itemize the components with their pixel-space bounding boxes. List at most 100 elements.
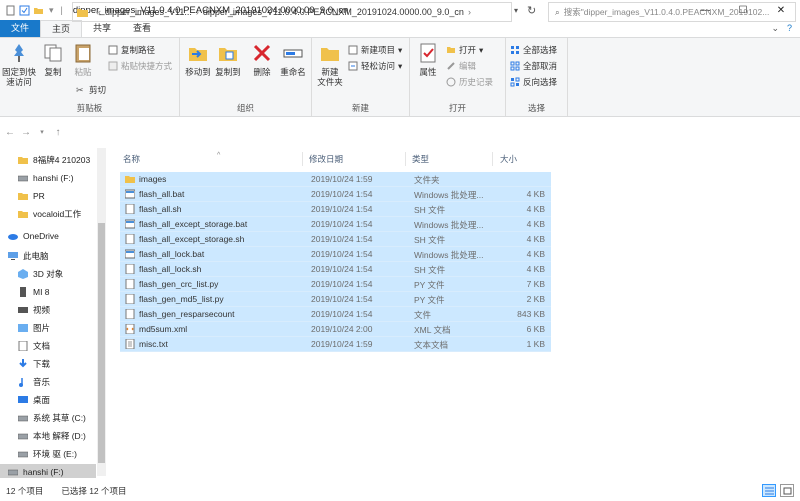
move-to-button[interactable]: 移动到 — [184, 42, 212, 77]
history-button[interactable]: 历史记录 — [446, 76, 493, 88]
phone-icon — [20, 287, 26, 297]
delete-x-icon — [253, 44, 271, 62]
file-row[interactable]: images 2019/10/24 1:59 文件夹 — [120, 172, 551, 187]
tab-view[interactable]: 查看 — [122, 20, 162, 37]
file-row[interactable]: flash_all.bat 2019/10/24 1:54 Windows 批处理.… — [120, 187, 551, 202]
column-header-type[interactable]: 类型 — [412, 150, 492, 168]
new-item-button[interactable]: 新建项目 ▾ — [348, 44, 402, 56]
nav-item[interactable]: MI 8 — [0, 284, 96, 300]
address-bar[interactable]: « dipper_images_V11... › dipper_images_V… — [72, 2, 512, 22]
details-view-button[interactable] — [762, 484, 776, 497]
properties-button[interactable]: 属性 — [416, 42, 440, 77]
nav-item[interactable]: 桌面 — [0, 392, 96, 408]
collapse-ribbon-icon[interactable]: ⌄ — [771, 23, 779, 34]
nav-item[interactable]: 环境 驱 (E:) — [0, 446, 96, 462]
search-box[interactable]: ⌕ 搜索"dipper_images_V11.0.4.0.PEACNXM_201… — [548, 2, 796, 22]
help-icon[interactable]: ? — [787, 23, 792, 34]
cut-button[interactable]: ✂ 剪切 — [76, 84, 106, 96]
nav-item[interactable]: 8福牌4 210203 — [0, 152, 96, 168]
nav-item[interactable]: OneDrive — [0, 228, 96, 244]
select-all-button[interactable]: 全部选择 — [510, 44, 557, 56]
column-divider[interactable] — [302, 152, 303, 166]
address-dropdown-icon[interactable]: ▾ — [514, 6, 518, 15]
nav-item[interactable]: 下载 — [0, 356, 96, 372]
nav-item[interactable]: 视频 — [0, 302, 96, 318]
delete-button[interactable]: 删除 — [250, 42, 274, 77]
file-row[interactable]: flash_gen_crc_list.py 2019/10/24 1:54 PY 文… — [120, 277, 551, 292]
document-icon[interactable] — [5, 5, 16, 16]
rename-button[interactable]: 重命名 — [278, 42, 308, 77]
select-none-button[interactable]: 全部取消 — [510, 60, 557, 72]
new-folder-button[interactable]: 新建 文件夹 — [316, 42, 344, 87]
copy-path-button[interactable]: 复制路径 — [108, 44, 155, 56]
nav-item-label: 桌面 — [33, 395, 51, 405]
column-divider[interactable] — [492, 152, 493, 166]
download-icon — [19, 359, 27, 368]
nav-item[interactable]: 本地 解释 (D:) — [0, 428, 96, 444]
nav-item[interactable]: PR — [0, 188, 96, 204]
paste-shortcut-button[interactable]: 粘贴快捷方式 — [108, 60, 172, 72]
video-icon — [18, 307, 28, 313]
file-row[interactable]: flash_all.sh 2019/10/24 1:54 SH 文件 4 KB — [120, 202, 551, 217]
qa-dropdown-icon[interactable]: ▾ — [49, 5, 54, 16]
copy-to-icon — [219, 48, 237, 61]
checkbox-icon[interactable] — [19, 5, 30, 16]
nav-item[interactable]: vocaloid工作 — [0, 206, 96, 222]
file-row[interactable]: md5sum.xml 2019/10/24 2:00 XML 文档 6 KB — [120, 322, 551, 337]
nav-item[interactable]: 文档 — [0, 338, 96, 354]
nav-item[interactable]: 3D 对象 — [0, 266, 96, 282]
folder-icon[interactable] — [33, 5, 44, 16]
file-row[interactable]: misc.txt 2019/10/24 1:59 文本文档 1 KB — [120, 337, 551, 352]
forward-arrow-icon[interactable]: → — [18, 127, 34, 138]
navigation-pane: 8福牌4 210203 hanshi (F:) PR vocaloid工作 OneDri… — [0, 148, 108, 478]
file-row[interactable]: flash_gen_resparsecount 2019/10/24 1:54 文件… — [120, 307, 551, 322]
column-divider[interactable] — [405, 152, 406, 166]
file-row[interactable]: flash_all_lock.bat 2019/10/24 1:54 Windows… — [120, 247, 551, 262]
tab-home[interactable]: 主页 — [40, 20, 83, 37]
invert-selection-button[interactable]: 反向选择 — [510, 76, 557, 88]
search-icon: ⌕ — [555, 6, 560, 17]
file-type: SH 文件 — [414, 205, 446, 215]
nav-item-label: 文档 — [33, 341, 51, 351]
nav-item[interactable]: 图片 — [0, 320, 96, 336]
nav-scrollbar[interactable] — [97, 148, 106, 476]
file-row[interactable]: flash_all_except_storage.bat 2019/10/24 1… — [120, 217, 551, 232]
open-button[interactable]: 打开 ▾ — [446, 44, 483, 56]
breadcrumb-parent[interactable]: dipper_images_V11... — [105, 7, 192, 17]
file-row[interactable]: flash_gen_md5_list.py 2019/10/24 1:54 PY 文… — [120, 292, 551, 307]
nav-item[interactable]: 系统 其草 (C:) — [0, 410, 96, 426]
nav-item-label: MI 8 — [33, 287, 50, 297]
nav-item[interactable]: 此电脑 — [0, 248, 96, 264]
up-arrow-icon[interactable]: ↑ — [50, 127, 66, 138]
edit-button[interactable]: 编辑 — [446, 60, 476, 72]
back-arrow-icon[interactable]: ← — [2, 127, 18, 138]
copy-to-button[interactable]: 复制到 — [214, 42, 242, 77]
open-group: 属性 打开 ▾ 编辑 历史记录 打开 — [410, 38, 506, 116]
file-name: flash_gen_md5_list.py — [139, 294, 224, 304]
nav-item[interactable]: hanshi (F:) — [0, 170, 96, 186]
paste-button[interactable]: 粘贴 — [70, 42, 96, 77]
breadcrumb-current[interactable]: dipper_images_V11.0.4.0.PEACNXM_20191024… — [203, 7, 464, 17]
column-header-date[interactable]: 修改日期 — [309, 150, 399, 168]
tab-file[interactable]: 文件 — [0, 20, 41, 37]
file-date: 2019/10/24 1:54 — [311, 219, 373, 229]
large-icons-view-button[interactable] — [780, 484, 794, 497]
pin-to-quick-access-button[interactable]: 固定到快速访问 — [2, 42, 36, 87]
tab-share[interactable]: 共享 — [82, 20, 122, 37]
group-label-open: 打开 — [448, 103, 466, 113]
file-icon — [125, 234, 135, 244]
recent-dropdown-icon[interactable]: ▾ — [34, 128, 50, 136]
easy-access-button[interactable]: 轻松访问 ▾ — [348, 60, 402, 72]
column-header-name[interactable]: 名称 ^ — [123, 150, 303, 168]
file-date: 2019/10/24 1:54 — [311, 309, 373, 319]
refresh-icon[interactable]: ↻ — [527, 4, 536, 17]
rename-icon — [283, 49, 303, 58]
copy-button[interactable]: 复制 — [40, 42, 66, 77]
nav-scrollbar-thumb[interactable] — [98, 223, 105, 463]
folder-icon — [77, 9, 88, 17]
file-row[interactable]: flash_all_lock.sh 2019/10/24 1:54 SH 文件 4 K… — [120, 262, 551, 277]
nav-item[interactable]: hanshi (F:) — [0, 464, 96, 478]
file-row[interactable]: flash_all_except_storage.sh 2019/10/24 1:… — [120, 232, 551, 247]
nav-item[interactable]: 音乐 — [0, 374, 96, 390]
column-header-size[interactable]: 大小 — [500, 150, 550, 168]
